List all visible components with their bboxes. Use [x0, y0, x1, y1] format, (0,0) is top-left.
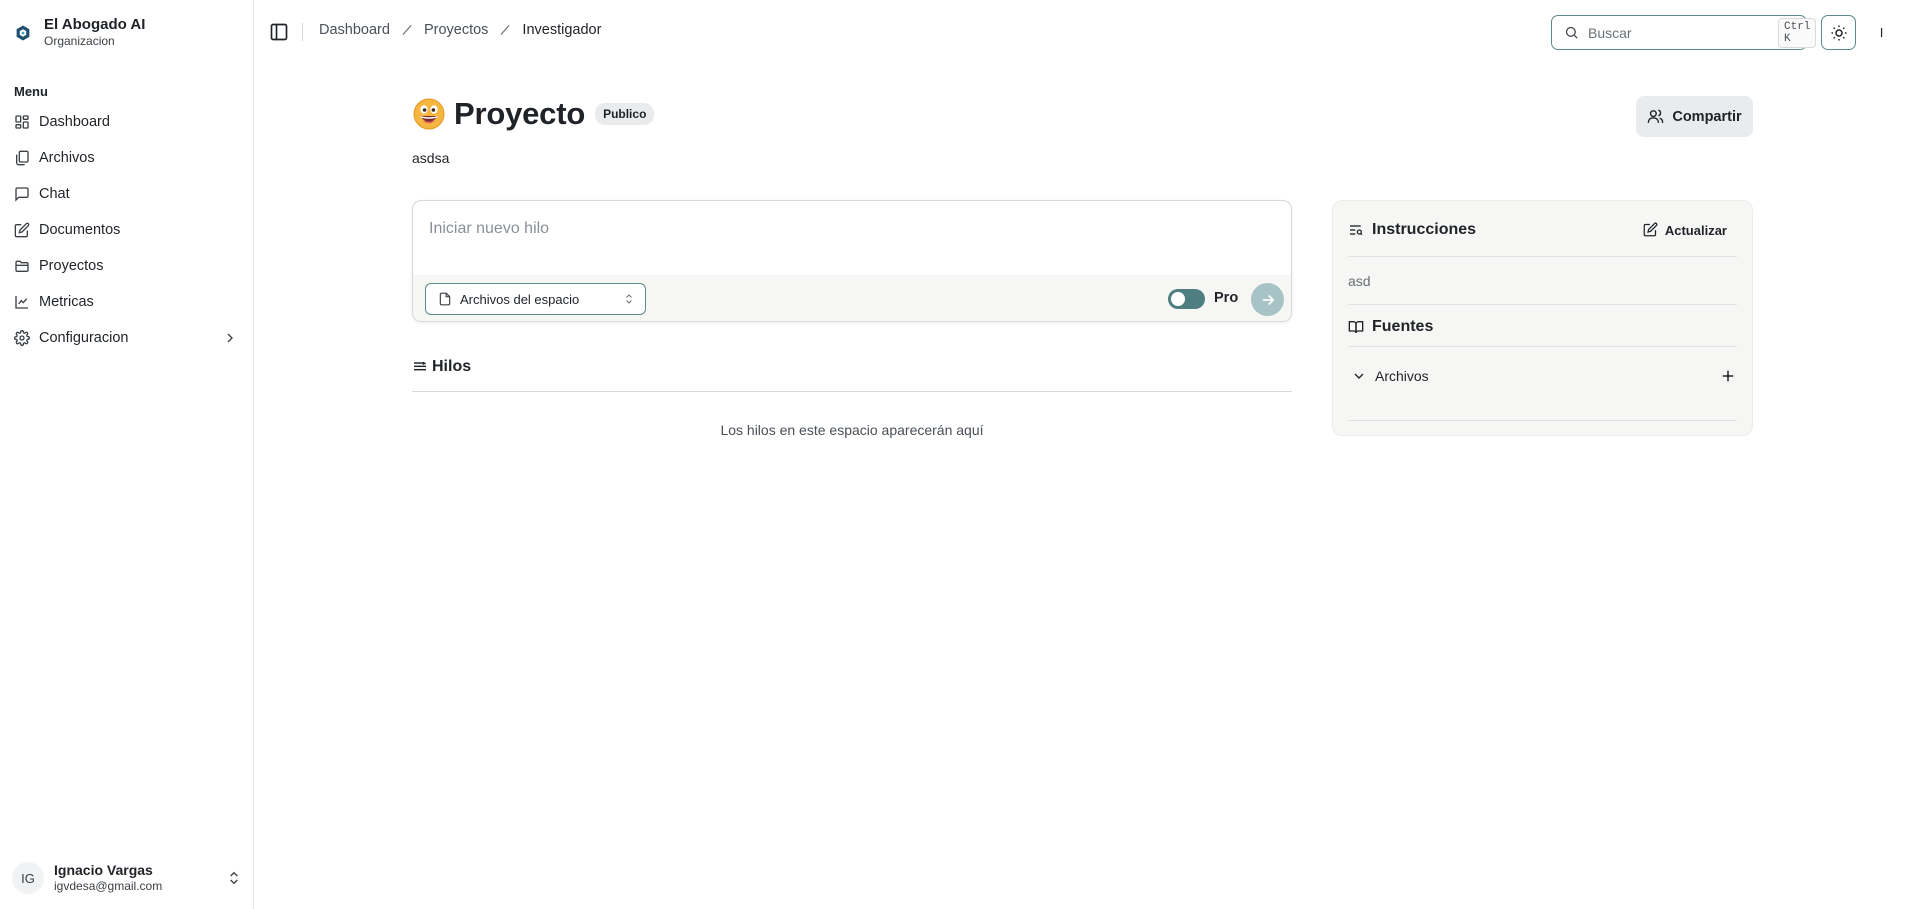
panel-divider — [1348, 346, 1737, 347]
topbar-divider — [302, 23, 303, 41]
sidebar-item-label: Archivos — [39, 150, 95, 166]
add-source-plus-icon[interactable] — [1719, 367, 1737, 385]
profile-button[interactable]: I — [1864, 15, 1899, 50]
sidebar-item-chat[interactable]: Chat — [6, 176, 246, 212]
users-icon — [1647, 108, 1664, 125]
search-input[interactable] — [1588, 24, 1769, 41]
composer-toolbar: Archivos del espacio Pro — [413, 275, 1291, 321]
thread-composer: Archivos del espacio Pro — [412, 200, 1292, 322]
chevron-right-icon — [222, 330, 238, 346]
chevron-down-icon — [1351, 368, 1367, 384]
instructions-title: Instrucciones — [1372, 221, 1477, 238]
chart-line-icon — [14, 294, 30, 310]
sidebar-item-documentos[interactable]: Documentos — [6, 212, 246, 248]
files-icon — [14, 150, 30, 166]
panel-divider — [1348, 256, 1737, 257]
avatar: IG — [12, 862, 44, 894]
sidebar-item-configuracion[interactable]: Configuracion — [6, 320, 246, 356]
sidebar-item-metricas[interactable]: Metricas — [6, 284, 246, 320]
search-icon — [1564, 25, 1579, 40]
breadcrumb-current: Investigador — [522, 22, 602, 38]
arrow-right-icon — [1259, 291, 1277, 309]
sidebar-toggle-icon[interactable] — [269, 22, 289, 42]
search-box[interactable]: Ctrl K — [1551, 15, 1817, 50]
chevrons-up-down-icon — [623, 293, 635, 305]
breadcrumb-dashboard[interactable]: Dashboard — [319, 22, 390, 38]
breadcrumb-proyectos[interactable]: Proyectos — [424, 22, 488, 38]
panel-divider — [1348, 304, 1737, 305]
search-shortcut: Ctrl K — [1778, 17, 1817, 48]
sidebar-item-label: Configuracion — [39, 330, 129, 346]
file-icon — [438, 292, 452, 306]
sidebar-menu: Dashboard Archivos Chat Documentos Proye… — [6, 104, 246, 356]
dashboard-icon — [14, 114, 30, 130]
send-button[interactable] — [1251, 283, 1284, 316]
text-search-icon — [1348, 222, 1364, 238]
edit-icon — [1643, 222, 1659, 238]
sidebar-item-label: Proyectos — [39, 258, 104, 274]
sidebar-item-archivos[interactable]: Archivos — [6, 140, 246, 176]
theme-toggle-button[interactable] — [1821, 15, 1856, 50]
update-label: Actualizar — [1664, 222, 1727, 238]
sidebar-item-label: Documentos — [39, 222, 121, 238]
files-label: Archivos — [1375, 368, 1429, 384]
slash-separator-icon — [498, 23, 512, 37]
panel-divider — [1348, 420, 1737, 421]
sidebar-item-proyectos[interactable]: Proyectos — [6, 248, 246, 284]
sidebar-item-label: Dashboard — [39, 114, 110, 130]
book-open-icon — [1348, 319, 1364, 335]
instructions-text: asd — [1348, 273, 1371, 289]
share-button[interactable]: Compartir — [1636, 96, 1753, 137]
threads-empty-state: Los hilos en este espacio aparecerán aqu… — [720, 422, 984, 438]
project-description: asdsa — [412, 150, 450, 166]
user-email: igvdesa@gmail.com — [54, 879, 163, 893]
sources-title: Fuentes — [1372, 318, 1434, 335]
pro-label: Pro — [1214, 290, 1239, 306]
user-name: Ignacio Vargas — [54, 862, 153, 878]
project-header: Proyecto Publico — [412, 96, 655, 132]
top-bar: Dashboard Proyectos Investigador Ctrl K … — [255, 0, 1905, 64]
toggle-knob — [1171, 292, 1185, 306]
instructions-header: Instrucciones Actualizar — [1348, 221, 1737, 239]
share-button-label: Compartir — [1672, 108, 1742, 125]
pro-toggle[interactable] — [1168, 289, 1205, 309]
visibility-badge: Publico — [595, 103, 655, 125]
project-side-panel: Instrucciones Actualizar asd Fuentes Arc… — [1332, 200, 1753, 436]
page-title: Proyecto — [454, 96, 586, 131]
threads-header: Hilos — [412, 358, 471, 376]
sources-header: Fuentes — [1348, 318, 1737, 336]
menu-label: Menu — [14, 84, 48, 99]
sidebar: El Abogado AI Organizacion Menu Dashboar… — [0, 0, 254, 909]
org-subtitle: Organizacion — [44, 34, 115, 48]
space-files-select[interactable]: Archivos del espacio — [425, 283, 646, 315]
sidebar-item-dashboard[interactable]: Dashboard — [6, 104, 246, 140]
sun-icon — [1830, 24, 1848, 42]
chevrons-up-down-icon — [226, 870, 242, 886]
breadcrumb: Dashboard Proyectos Investigador — [319, 22, 601, 38]
document-edit-icon — [14, 222, 30, 238]
main-content: Proyecto Publico asdsa Compartir Archivo… — [255, 64, 1905, 909]
org-switcher[interactable]: El Abogado AI Organizacion — [12, 16, 145, 49]
new-thread-input[interactable] — [413, 201, 1291, 275]
gear-icon — [14, 330, 30, 346]
files-accordion[interactable]: Archivos — [1348, 367, 1737, 385]
threads-list-icon — [412, 359, 428, 375]
space-select-value: Archivos del espacio — [460, 291, 580, 307]
folder-icon — [14, 258, 30, 274]
update-instructions-button[interactable]: Actualizar — [1643, 222, 1727, 238]
user-menu[interactable]: IG Ignacio Vargas igvdesa@gmail.com — [12, 862, 242, 894]
org-name: El Abogado AI — [44, 16, 146, 33]
slash-separator-icon — [400, 23, 414, 37]
sidebar-item-label: Chat — [39, 186, 70, 202]
grinning-face-emoji-icon[interactable] — [412, 97, 446, 131]
threads-title: Hilos — [432, 358, 472, 375]
org-logo-icon — [12, 22, 34, 44]
threads-divider — [412, 391, 1292, 392]
chat-icon — [14, 186, 30, 202]
sidebar-item-label: Metricas — [39, 294, 94, 310]
